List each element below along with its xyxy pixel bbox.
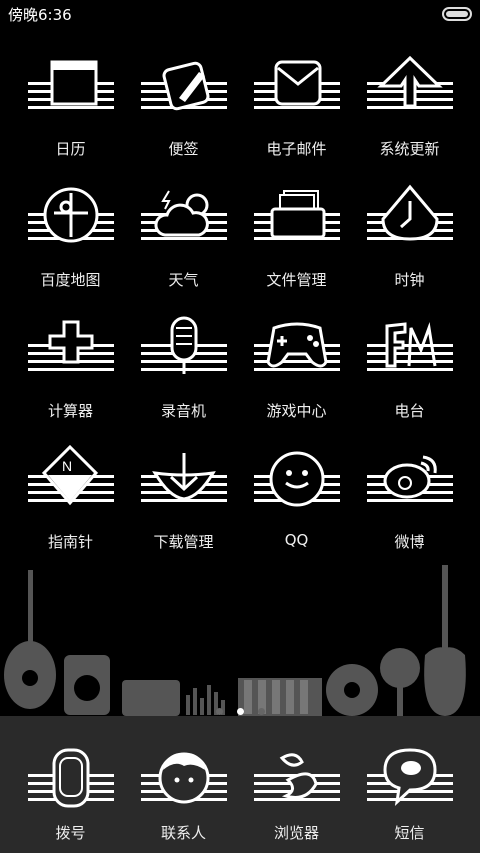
app-download-manager[interactable]: 下载管理 [127,445,240,565]
app-label: 短信 [394,824,425,842]
app-label: 计算器 [47,402,93,420]
dock: 拨号 联系人 浏览器 短信 [0,716,480,853]
app-calculator[interactable]: 计算器 [14,314,127,434]
svg-text:N: N [62,458,72,474]
app-label: 微博 [394,533,425,551]
page-indicator[interactable] [0,700,480,715]
qq-penguin-icon [253,451,340,507]
calendar-icon [27,60,114,109]
app-email[interactable]: 电子邮件 [240,52,353,172]
app-label: 便签 [168,140,199,158]
contacts-icon [140,752,227,804]
map-icon [27,187,114,243]
status-bar: 傍晚6:36 [0,0,480,26]
status-time: 傍晚6:36 [8,6,72,24]
browser-icon [253,753,340,801]
app-notes[interactable]: 便签 [127,52,240,172]
recorder-icon [140,316,227,374]
notes-icon [140,61,227,111]
phone-icon [27,748,114,808]
app-label: 联系人 [160,824,206,842]
app-label: 时钟 [394,271,425,289]
app-label: 系统更新 [379,140,440,158]
dock-browser[interactable]: 浏览器 [240,716,353,853]
calculator-icon [27,320,114,371]
dock-messages[interactable]: 短信 [353,716,466,853]
dock-contacts[interactable]: 联系人 [127,716,240,853]
app-label: 日历 [55,140,86,158]
app-label: 电子邮件 [266,140,327,158]
app-map[interactable]: 百度地图 [14,183,127,303]
radio-icon [366,322,453,371]
file-manager-icon [253,190,340,240]
weibo-icon [366,455,453,502]
app-weibo[interactable]: 微博 [353,445,466,565]
app-system-update[interactable]: 系统更新 [353,52,466,172]
app-label: 浏览器 [273,824,319,842]
app-label: QQ [284,531,309,549]
app-compass[interactable]: N 指南针 [14,445,127,565]
messages-icon [366,748,453,806]
app-recorder[interactable]: 录音机 [127,314,240,434]
app-label: 拨号 [55,824,86,842]
clock-icon [366,184,453,241]
page-dot[interactable] [257,708,265,715]
email-icon [253,60,340,109]
app-file-manager[interactable]: 文件管理 [240,183,353,303]
battery-icon [442,7,472,21]
gamepad-icon [253,322,340,371]
app-qq[interactable]: QQ [240,445,353,565]
app-label: 下载管理 [153,533,214,551]
app-label: 百度地图 [40,271,101,289]
compass-icon: N [27,445,114,506]
app-label: 文件管理 [266,271,327,289]
page-dot[interactable] [215,708,223,715]
system-update-icon [366,55,453,109]
download-icon [140,453,227,502]
app-radio[interactable]: 电台 [353,314,466,434]
app-calendar[interactable]: 日历 [14,52,127,172]
app-label: 游戏中心 [266,402,327,420]
app-game-center[interactable]: 游戏中心 [240,314,353,434]
weather-icon [140,190,227,240]
app-label: 录音机 [160,402,206,420]
app-clock[interactable]: 时钟 [353,183,466,303]
dock-phone[interactable]: 拨号 [14,716,127,853]
page-dot-active[interactable] [236,708,244,715]
app-label: 天气 [168,271,199,289]
music-instruments-illustration [4,565,466,716]
app-label: 电台 [394,402,425,420]
app-weather[interactable]: 天气 [127,183,240,303]
app-label: 指南针 [47,533,93,551]
